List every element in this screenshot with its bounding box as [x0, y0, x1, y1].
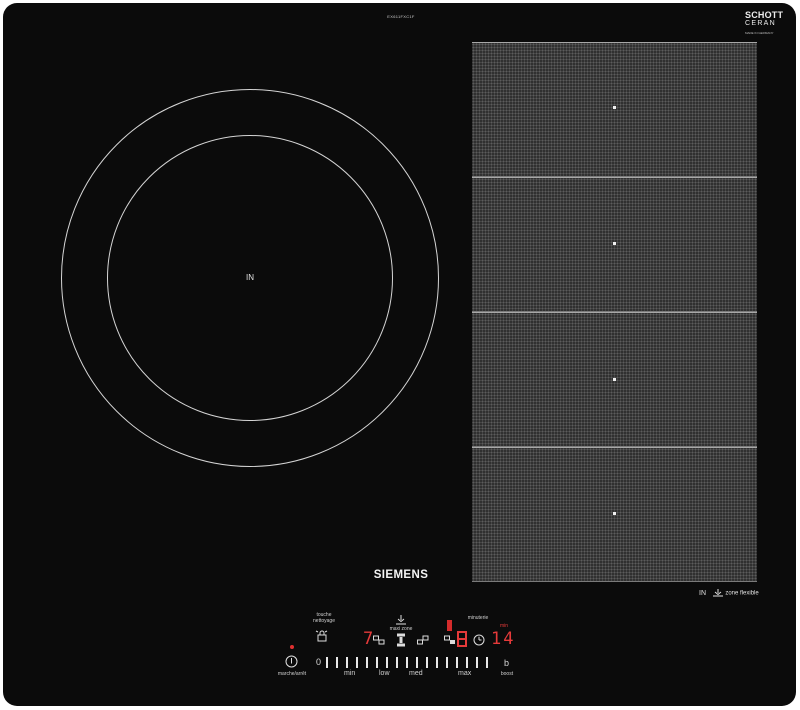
slider-tick	[336, 657, 338, 668]
zone-level-digit-icon	[457, 631, 467, 647]
zone-center-mark	[613, 512, 616, 515]
logo-line-2: CERAN	[745, 20, 777, 27]
timer-display: 14	[491, 629, 516, 649]
flex-legend-in: IN	[699, 589, 706, 597]
slider-tick	[396, 657, 398, 668]
flex-legend-text: zone flexible	[725, 590, 759, 597]
timer-label: minuterie	[467, 615, 489, 621]
logo-line-1: SCHOTT	[745, 10, 784, 20]
flex-zone-1	[472, 42, 757, 177]
slider-tick	[466, 657, 468, 668]
timer-zone-select-icon[interactable]	[444, 635, 456, 645]
slider-tick	[406, 657, 408, 668]
scale-med: med	[409, 670, 423, 677]
zone-center-mark	[613, 106, 616, 109]
flex-zone-2	[472, 177, 757, 312]
power-touch-slider[interactable]	[326, 657, 488, 669]
slider-tick	[426, 657, 428, 668]
slider-tick	[456, 657, 458, 668]
power-indicator-led	[290, 645, 294, 649]
zone-center-mark	[613, 378, 616, 381]
slider-zero-label: 0	[316, 657, 322, 667]
zone-select-right-icon[interactable]	[417, 635, 429, 645]
slider-tick	[416, 657, 418, 668]
flex-zone-4	[472, 447, 757, 582]
slider-tick	[376, 657, 378, 668]
timer-clock-icon[interactable]	[473, 634, 485, 646]
flex-zone-icon	[712, 589, 723, 597]
boost-button[interactable]: b	[504, 658, 509, 668]
power-level-display: 7	[363, 629, 374, 649]
slider-tick	[446, 657, 448, 668]
cooktop-glass: EX611FXC1F SCHOTT CERAN MADE IN GERMANY …	[3, 3, 796, 706]
slider-tick	[326, 657, 328, 668]
boost-label: boost	[500, 671, 514, 677]
scale-min: min	[344, 670, 356, 677]
flex-zone-3	[472, 312, 757, 447]
slider-tick	[486, 657, 488, 668]
power-label: marche/arrêt	[277, 671, 307, 677]
scale-low: low	[379, 670, 390, 677]
slider-tick	[366, 657, 368, 668]
schott-ceran-logo: SCHOTT CERAN MADE IN GERMANY	[745, 10, 789, 36]
cleaning-label: touche nettoyage	[313, 612, 335, 624]
model-code: EX611FXC1F	[387, 14, 415, 19]
logo-line-3: MADE IN GERMANY	[745, 31, 774, 35]
timer-zone-indicator	[447, 620, 452, 631]
maxi-zone-button[interactable]	[395, 633, 407, 647]
cleaning-lock-icon[interactable]	[315, 629, 329, 643]
flex-zone-legend: IN zone flexible	[699, 589, 759, 597]
slider-tick	[356, 657, 358, 668]
zone-center-mark	[613, 242, 616, 245]
scale-max: max	[458, 670, 472, 677]
power-icon[interactable]	[285, 655, 298, 668]
brand-logo: SIEMENS	[373, 569, 429, 581]
slider-tick	[386, 657, 388, 668]
maxi-zone-icon	[396, 615, 406, 625]
slider-tick	[476, 657, 478, 668]
round-zone-label: IN	[246, 273, 254, 282]
zone-select-left-icon[interactable]	[373, 635, 385, 645]
maxi-zone-label: maxi zone	[389, 626, 413, 632]
slider-tick	[346, 657, 348, 668]
slider-tick	[436, 657, 438, 668]
